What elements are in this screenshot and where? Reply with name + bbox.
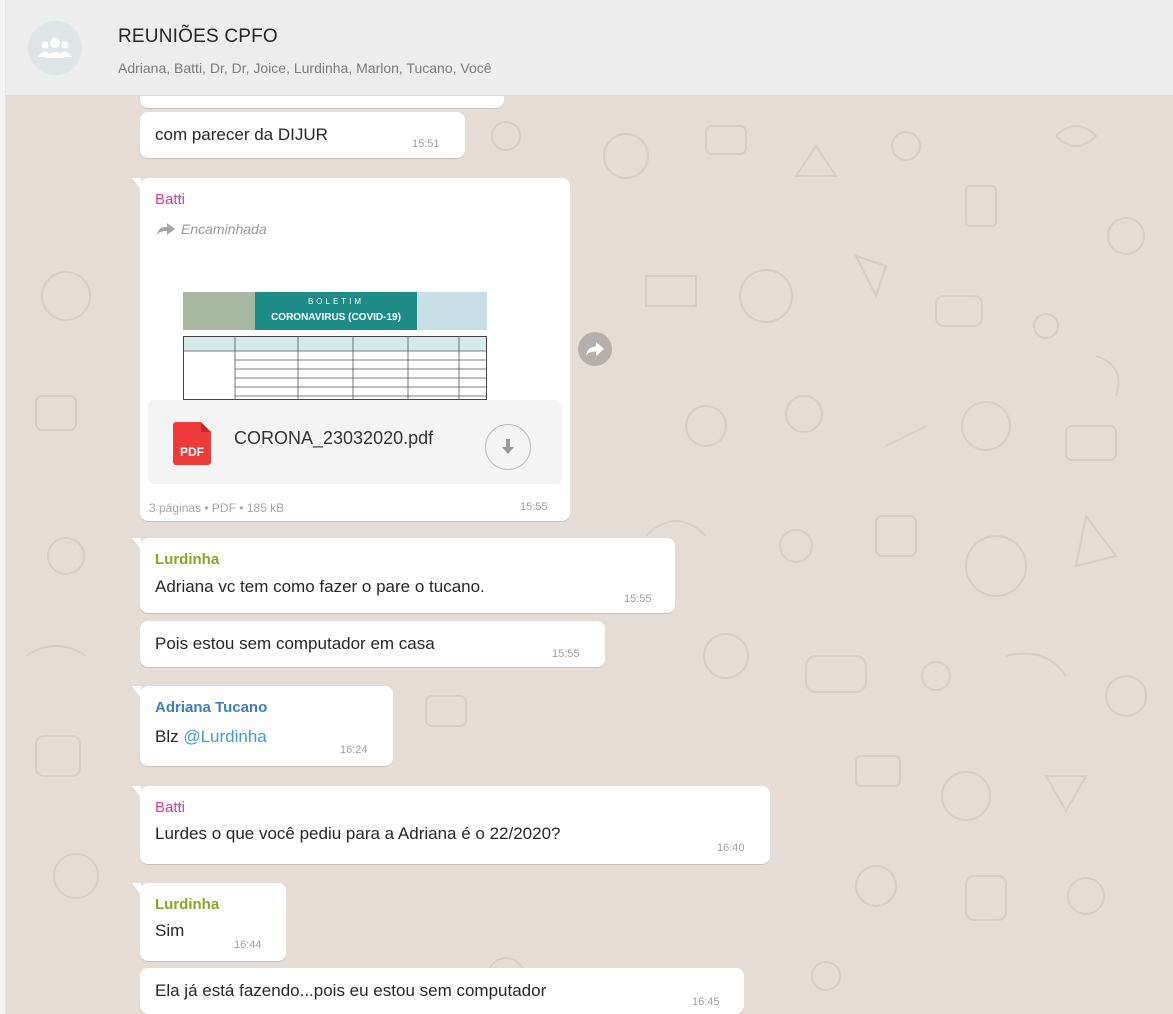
chat-title[interactable]: REUNIÕES CPFO bbox=[118, 26, 278, 48]
message-sender: Adriana Tucano bbox=[155, 699, 268, 716]
message-text: Blz @Lurdinha bbox=[155, 727, 267, 747]
message-sender: Batti bbox=[155, 799, 186, 816]
forwarded-arrow-icon bbox=[157, 223, 175, 235]
message-text: com parecer da DIJUR bbox=[155, 125, 328, 144]
message-sender: Lurdinha bbox=[155, 896, 220, 913]
message-text-body: Blz bbox=[155, 727, 184, 746]
message-sender: Lurdinha bbox=[155, 551, 220, 568]
preview-subheading: CORONAVIRUS (COVID-19) bbox=[271, 312, 401, 323]
share-arrow-icon bbox=[586, 342, 604, 356]
preview-banner-right bbox=[417, 292, 487, 330]
message-text: Sim bbox=[155, 921, 185, 940]
message-time: 16:40 bbox=[717, 842, 745, 854]
message-bubble[interactable]: Pois estou sem computador em casa 15:55 bbox=[140, 621, 605, 667]
previous-message-bubble bbox=[140, 96, 504, 108]
chat-area[interactable]: com parecer da DIJUR 15:51 Batti Encamin… bbox=[6, 96, 1173, 1014]
chat-header[interactable]: REUNIÕES CPFO Adriana, Batti, Dr, Dr, Jo… bbox=[6, 0, 1173, 96]
message-bubble[interactable]: Ela já está fazendo...pois eu estou sem … bbox=[140, 968, 744, 1014]
message-sender: Batti bbox=[155, 191, 186, 208]
message-bubble[interactable]: Lurdinha Adriana vc tem como fazer o par… bbox=[132, 538, 675, 613]
user-mention[interactable]: @Lurdinha bbox=[183, 727, 266, 746]
message-time: 16:44 bbox=[234, 939, 262, 951]
message-bubble[interactable]: Adriana Tucano Blz @Lurdinha 16:24 bbox=[132, 686, 393, 766]
message-time: 15:55 bbox=[520, 501, 548, 513]
group-avatar[interactable] bbox=[28, 21, 82, 75]
message-bubble[interactable]: Batti Lurdes o que você pediu para a Adr… bbox=[132, 786, 770, 864]
message-text: Pois estou sem computador em casa bbox=[155, 634, 435, 653]
document-file-name[interactable]: CORONA_23032020.pdf bbox=[234, 428, 433, 449]
group-icon bbox=[38, 38, 72, 58]
message-text: Ela já está fazendo...pois eu estou sem … bbox=[155, 981, 547, 1000]
message-time: 16:24 bbox=[340, 744, 368, 756]
message-text: Adriana vc tem como fazer o pare o tucan… bbox=[155, 577, 485, 596]
message-time: 16:45 bbox=[692, 996, 720, 1008]
document-preview[interactable]: BOLETIM CORONAVIRUS (COVID-19) bbox=[148, 254, 562, 400]
pdf-file-icon: PDF bbox=[173, 422, 211, 465]
message-bubble[interactable]: com parecer da DIJUR 15:51 bbox=[140, 112, 465, 158]
forward-message-button[interactable] bbox=[578, 332, 612, 366]
document-message-bubble[interactable]: Batti Encaminhada BOLETIM CORONAVIRUS (C… bbox=[132, 178, 570, 521]
message-bubble[interactable]: Lurdinha Sim 16:44 bbox=[132, 883, 286, 961]
forwarded-indicator: Encaminhada bbox=[157, 221, 267, 237]
message-text: Lurdes o que você pediu para a Adriana é… bbox=[155, 824, 561, 843]
chat-members[interactable]: Adriana, Batti, Dr, Dr, Joice, Lurdinha,… bbox=[118, 60, 492, 76]
message-time: 15:55 bbox=[624, 593, 652, 605]
message-time: 15:51 bbox=[412, 138, 440, 150]
message-time: 15:55 bbox=[552, 648, 580, 660]
preview-table bbox=[183, 336, 487, 400]
document-file-row[interactable]: PDF CORONA_23032020.pdf bbox=[148, 400, 562, 484]
forwarded-label: Encaminhada bbox=[181, 221, 267, 237]
download-button[interactable] bbox=[485, 424, 531, 470]
preview-banner: BOLETIM CORONAVIRUS (COVID-19) bbox=[255, 292, 417, 330]
document-meta: 3 páginas • PDF • 185 kB bbox=[149, 501, 285, 515]
preview-heading: BOLETIM bbox=[307, 297, 365, 306]
download-icon bbox=[502, 439, 514, 454]
preview-banner-left bbox=[183, 292, 255, 330]
